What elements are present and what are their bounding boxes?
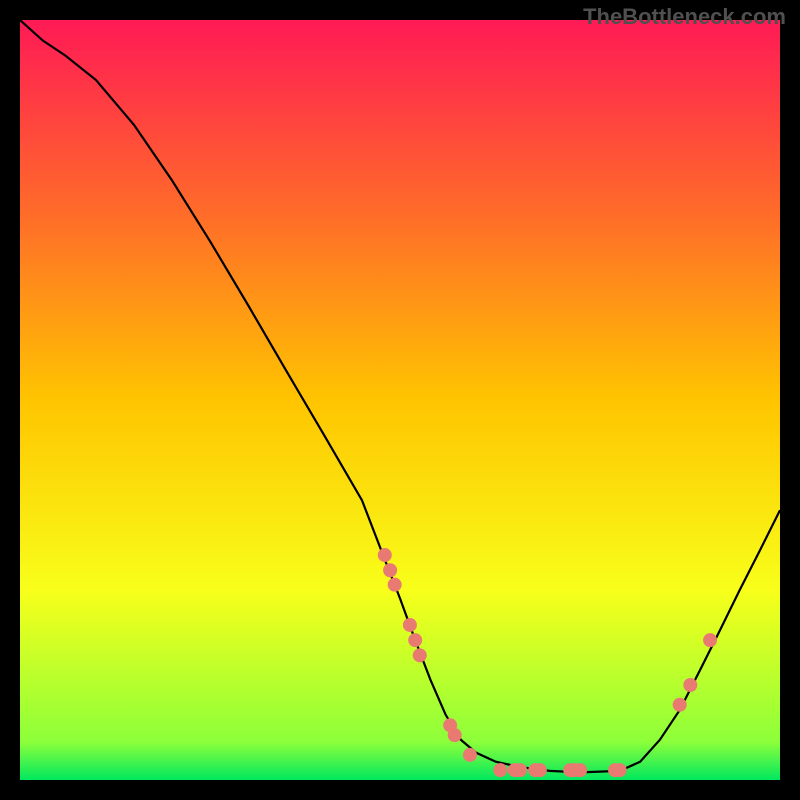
data-marker xyxy=(378,548,392,562)
data-marker xyxy=(383,563,397,577)
data-marker xyxy=(513,763,527,777)
data-marker xyxy=(403,618,417,632)
data-marker xyxy=(463,748,477,762)
data-marker xyxy=(683,678,697,692)
chart-plot-area xyxy=(20,20,780,780)
chart-background xyxy=(20,20,780,780)
data-marker xyxy=(613,763,627,777)
data-marker xyxy=(493,763,507,777)
data-marker xyxy=(673,698,687,712)
data-marker xyxy=(573,763,587,777)
chart-svg xyxy=(20,20,780,780)
data-marker xyxy=(533,763,547,777)
data-marker xyxy=(408,633,422,647)
data-marker xyxy=(413,648,427,662)
data-marker xyxy=(703,633,717,647)
data-marker xyxy=(448,728,462,742)
watermark-text: TheBottleneck.com xyxy=(583,4,786,30)
data-marker xyxy=(388,578,402,592)
